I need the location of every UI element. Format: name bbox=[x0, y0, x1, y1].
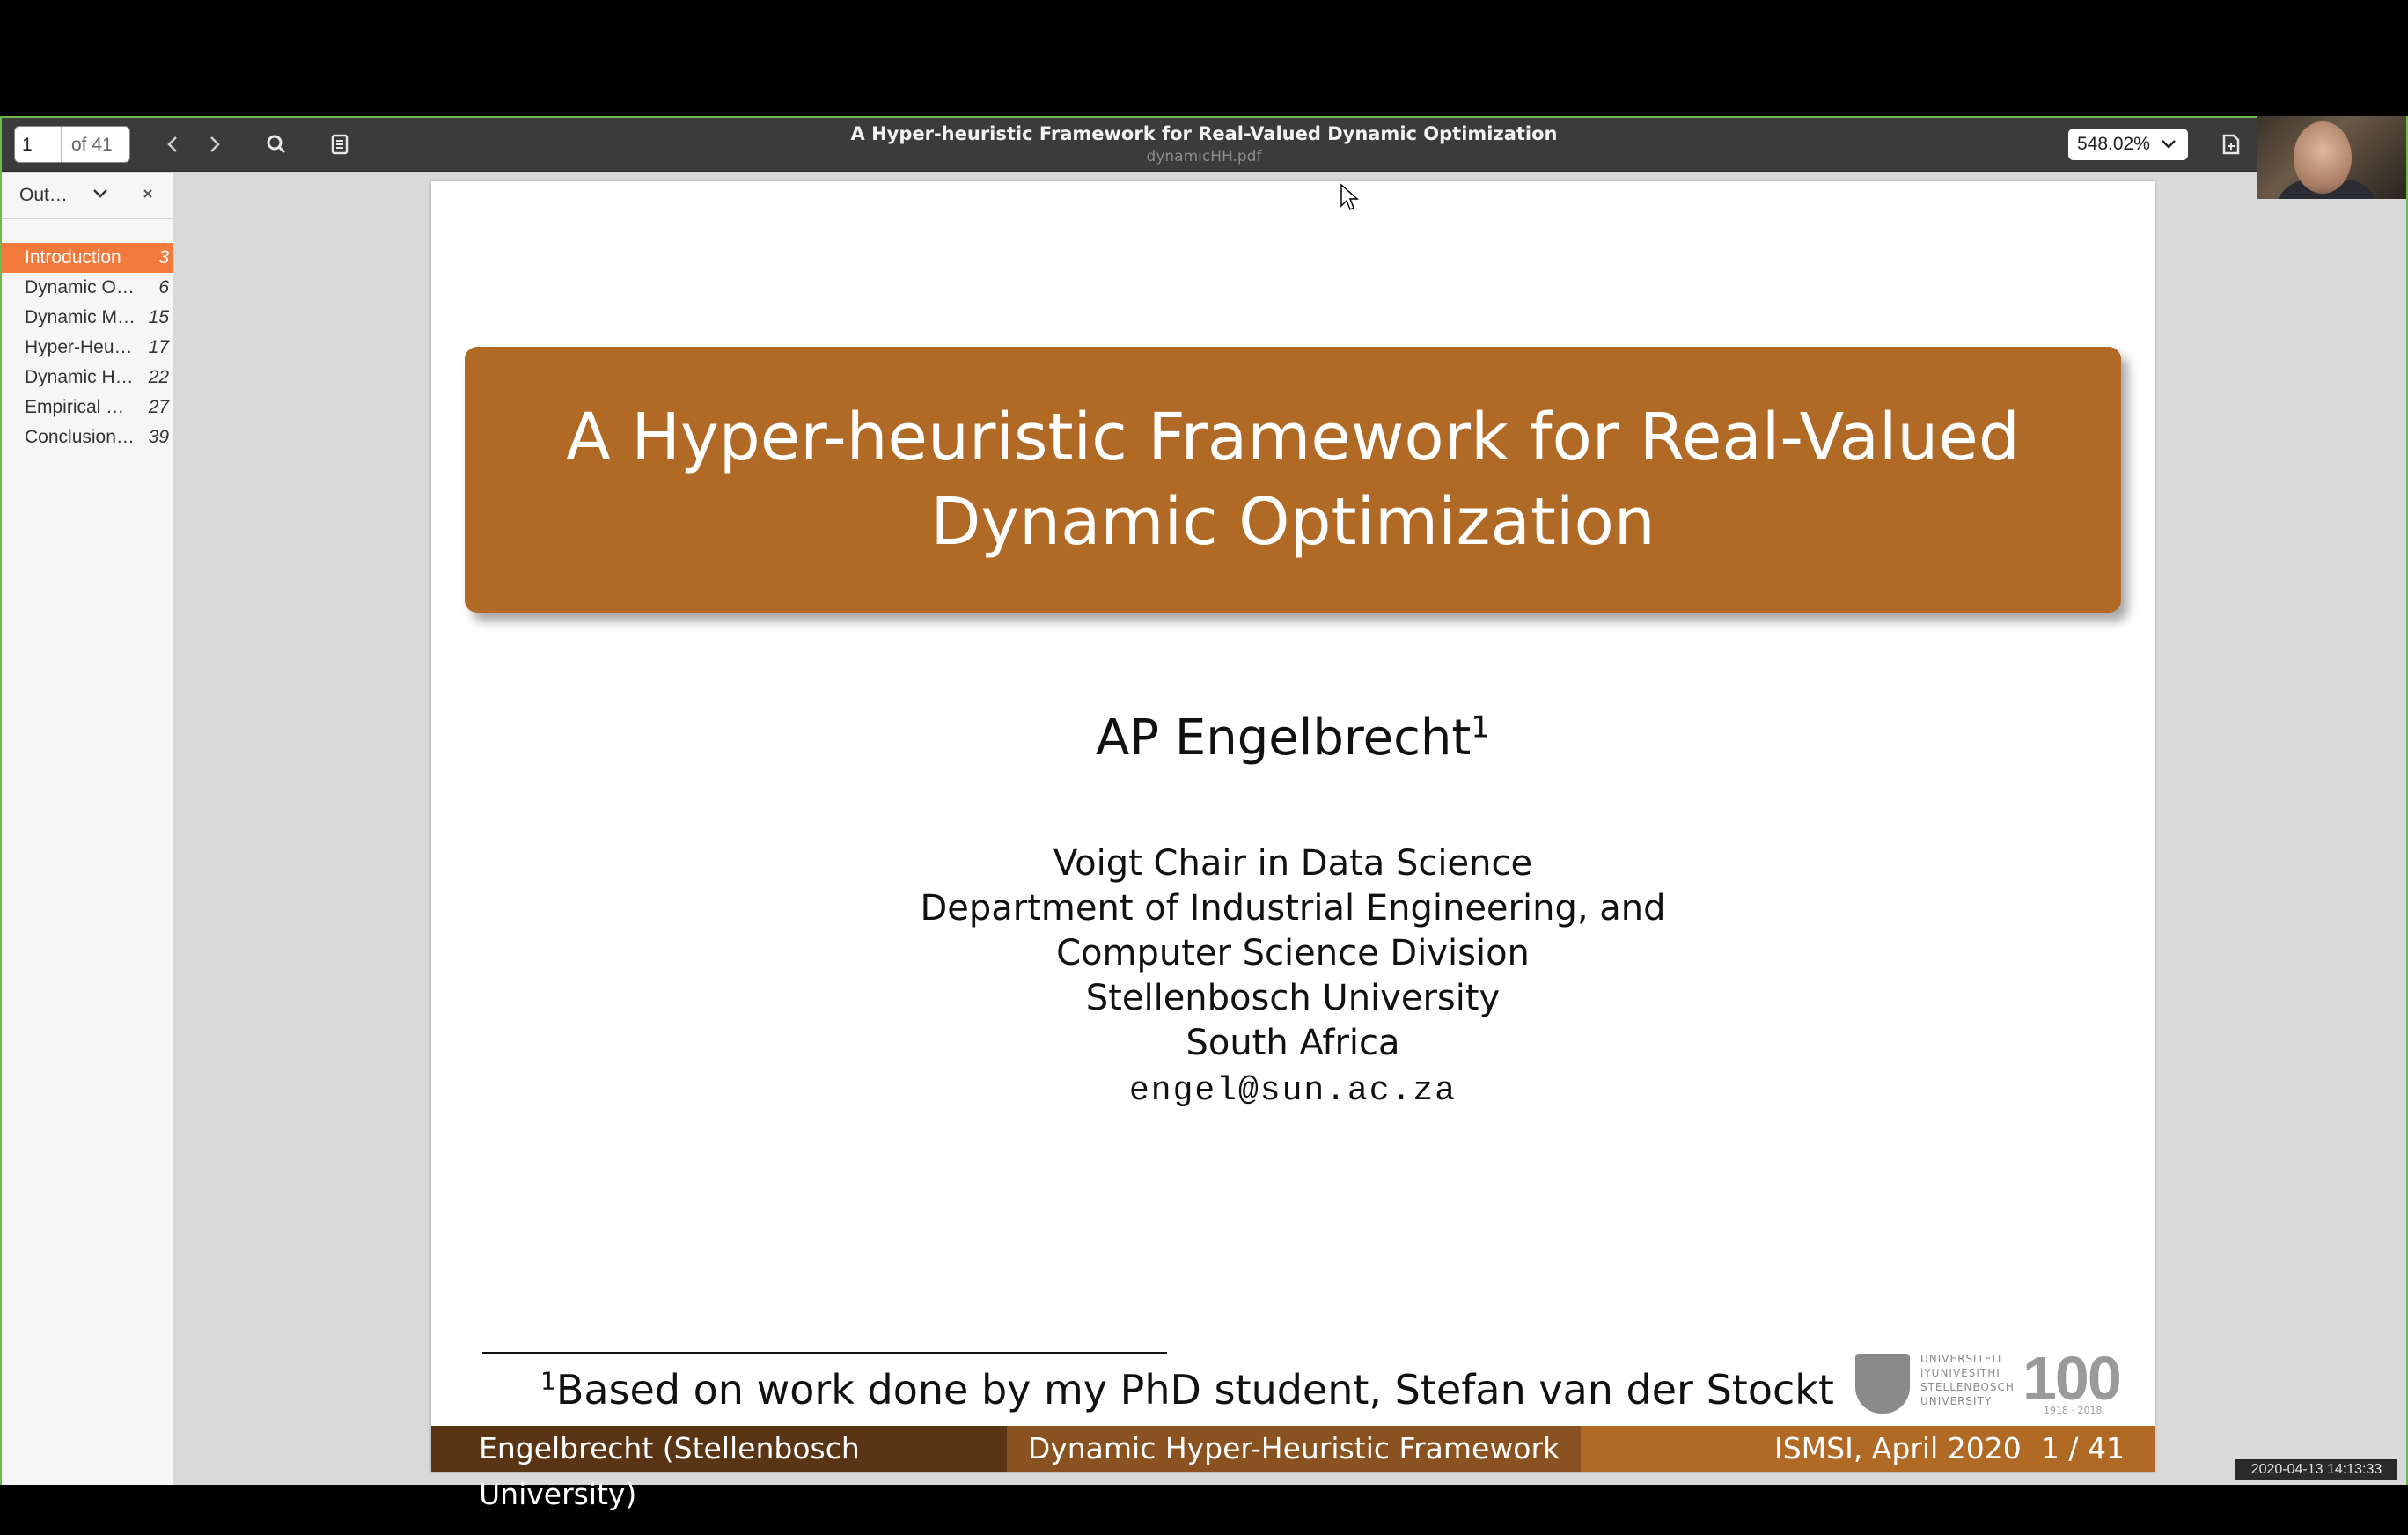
footer-title: Dynamic Hyper-Heuristic Framework bbox=[1007, 1426, 1581, 1472]
author-name: AP Engelbrecht bbox=[1096, 709, 1472, 767]
toolbar: 1 of 41 A Hyper-heuristic Framework for … bbox=[2, 118, 2406, 172]
footnote: 1Based on work done by my PhD student, S… bbox=[540, 1366, 1834, 1414]
outline-item-label: Introduction bbox=[25, 247, 121, 268]
outline-item-empirical[interactable]: Empirical … 27 bbox=[2, 393, 173, 422]
zoom-select[interactable]: 548.02% bbox=[2068, 129, 2188, 160]
university-shield-icon bbox=[1855, 1354, 1910, 1414]
footer-conference: ISMSI, April 2020 1 / 41 bbox=[1581, 1426, 2155, 1472]
outline-item-page: 3 bbox=[158, 247, 169, 268]
chevron-down-icon bbox=[2158, 132, 2179, 162]
webcam-person-face bbox=[2294, 121, 2352, 194]
stellenbosch-university-logo: UNIVERSITEIT iYUNIVESITHI STELLENBOSCH U… bbox=[1855, 1344, 2146, 1417]
footnote-text: Based on work done by my PhD student, St… bbox=[555, 1366, 1834, 1414]
chevron-down-icon[interactable] bbox=[90, 181, 111, 211]
outline-item-dynamic-optimization[interactable]: Dynamic O… 6 bbox=[2, 273, 173, 303]
slide-page: A Hyper-heuristic Framework for Real-Val… bbox=[431, 181, 2155, 1511]
logo-line: iYUNIVESITHI bbox=[1920, 1367, 2001, 1379]
footer-conference-text: ISMSI, April 2020 bbox=[1774, 1431, 2022, 1465]
outline-item-page: 39 bbox=[148, 427, 169, 447]
outline-item-introduction[interactable]: Introduction 3 bbox=[2, 243, 173, 273]
outline-item-dynamic-m[interactable]: Dynamic M… 15 bbox=[2, 303, 173, 333]
recording-timestamp: 2020-04-13 14:13:33 bbox=[2235, 1459, 2397, 1480]
outline-item-hyper-heuristics[interactable]: Hyper-Heu… 17 bbox=[2, 333, 173, 363]
affiliation-line: Computer Science Division bbox=[1056, 933, 1530, 973]
webcam-overlay bbox=[2257, 116, 2406, 199]
outline-item-page: 27 bbox=[148, 397, 169, 417]
slide-title-box: A Hyper-heuristic Framework for Real-Val… bbox=[465, 347, 2121, 613]
outline-item-page: 22 bbox=[148, 367, 169, 387]
affiliation-line: South Africa bbox=[1186, 1023, 1400, 1063]
footer-author-text: Engelbrecht (Stellenbosch University) bbox=[479, 1431, 860, 1511]
outline-item-page: 6 bbox=[158, 277, 169, 297]
author-email: engel@sun.ac.za bbox=[1128, 1072, 1457, 1110]
footer-page-number: 1 / 41 bbox=[2040, 1431, 2125, 1465]
logo-centenary: 100 bbox=[2023, 1344, 2122, 1413]
logo-line: UNIVERSITEIT bbox=[1920, 1353, 2004, 1365]
outline-item-conclusion[interactable]: Conclusion… 39 bbox=[2, 422, 173, 452]
author-footnote-mark: 1 bbox=[1471, 709, 1490, 745]
outline-item-page: 17 bbox=[148, 337, 169, 357]
footnote-divider bbox=[482, 1352, 1167, 1354]
pdf-viewer-window: 1 of 41 A Hyper-heuristic Framework for … bbox=[0, 116, 2408, 1511]
document-filename: dynamicHH.pdf bbox=[1146, 148, 1262, 165]
footnote-mark: 1 bbox=[540, 1366, 556, 1396]
affiliation-line: Stellenbosch University bbox=[1085, 978, 1501, 1018]
zoom-value: 548.02% bbox=[2077, 134, 2150, 154]
outline-item-label: Hyper-Heu… bbox=[25, 337, 133, 357]
save-icon[interactable] bbox=[2213, 127, 2248, 162]
slide-title-line-2: Dynamic Optimization bbox=[930, 484, 1656, 560]
affiliation-line: Voigt Chair in Data Science bbox=[1053, 843, 1533, 884]
slide-author: AP Engelbrecht1 bbox=[431, 709, 2155, 767]
sidebar-mode-select[interactable]: Out… bbox=[19, 185, 68, 206]
university-name-lines: UNIVERSITEIT iYUNIVESITHI STELLENBOSCH U… bbox=[1920, 1352, 2023, 1408]
sidebar-header: Out… bbox=[2, 173, 173, 219]
mouse-cursor-icon bbox=[1340, 183, 1359, 211]
affiliation-line: Department of Industrial Engineering, an… bbox=[920, 888, 1666, 929]
close-icon[interactable] bbox=[137, 181, 158, 211]
outline-sidebar: Out… Introduction 3 Dynamic O… 6 Dynamic… bbox=[2, 173, 173, 1485]
outline-item-label: Dynamic H… bbox=[25, 367, 134, 387]
outline-item-label: Empirical … bbox=[25, 397, 125, 417]
outline-item-label: Dynamic M… bbox=[25, 307, 136, 327]
slide-title-line-1: A Hyper-heuristic Framework for Real-Val… bbox=[566, 400, 2020, 475]
logo-line: STELLENBOSCH bbox=[1920, 1381, 2015, 1393]
document-title: A Hyper-heuristic Framework for Real-Val… bbox=[850, 123, 1558, 144]
outline-item-label: Conclusion… bbox=[25, 427, 135, 447]
outline-item-page: 15 bbox=[148, 307, 169, 327]
logo-years: 1918 · 2018 bbox=[2044, 1405, 2103, 1416]
logo-line: UNIVERSITY bbox=[1920, 1395, 1993, 1407]
slide-footer: Engelbrecht (Stellenbosch University) Dy… bbox=[431, 1426, 2155, 1511]
outline-item-label: Dynamic O… bbox=[25, 277, 135, 297]
footer-author: Engelbrecht (Stellenbosch University) bbox=[431, 1426, 1007, 1511]
outline-item-dynamic-h[interactable]: Dynamic H… 22 bbox=[2, 363, 173, 393]
